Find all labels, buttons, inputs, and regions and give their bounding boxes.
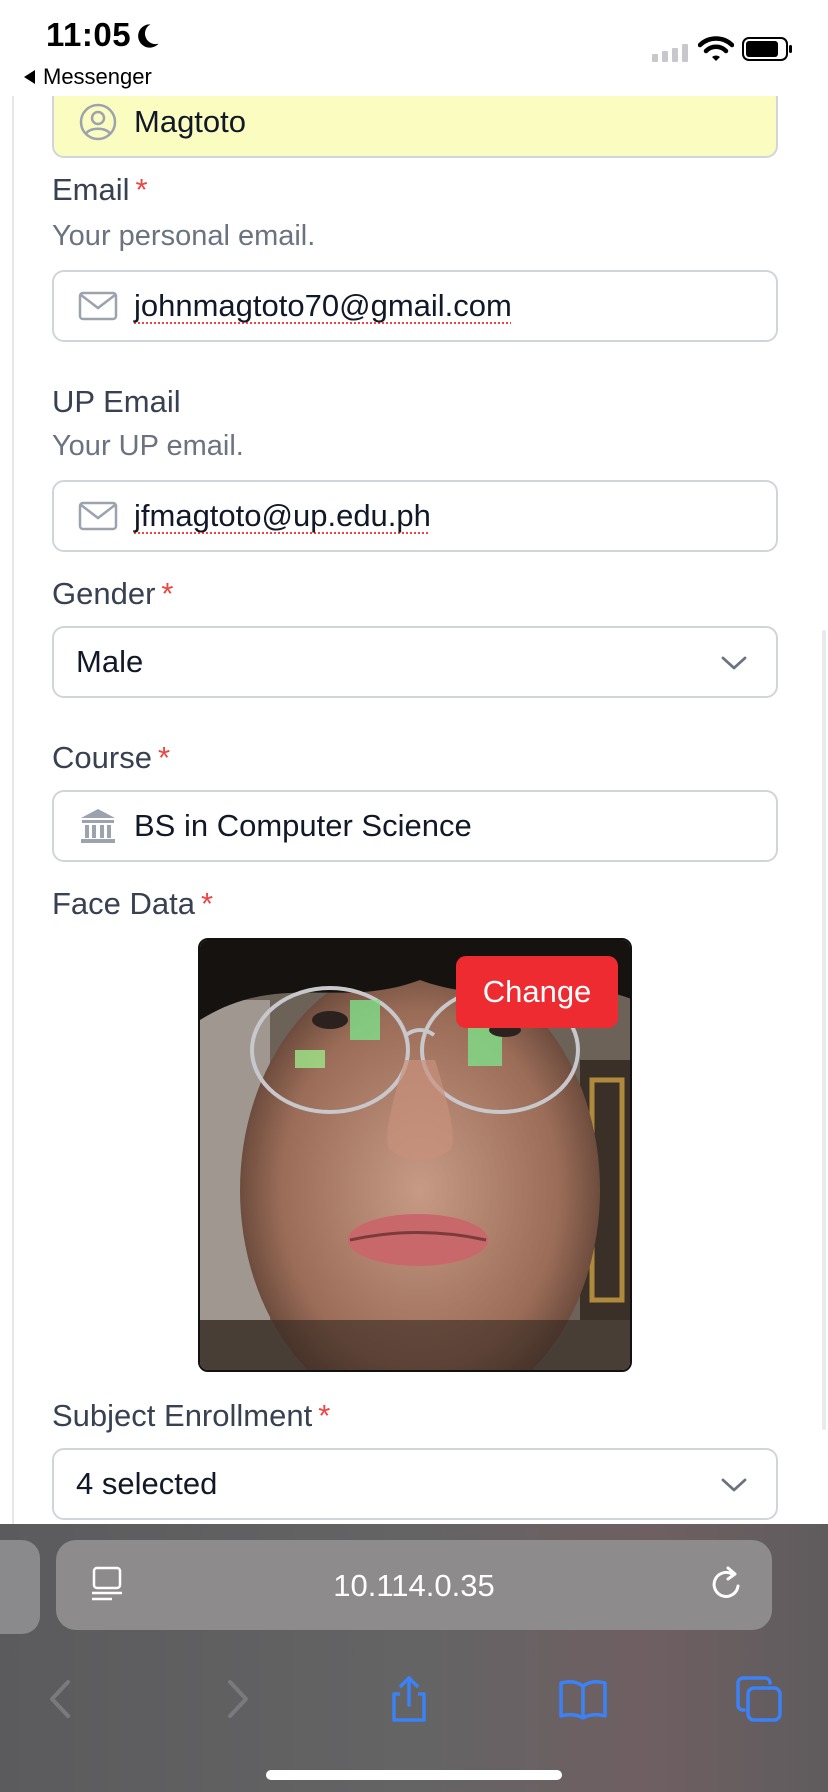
up-email-field[interactable]: jfmagtoto@up.edu.ph [52,480,778,552]
email-field[interactable]: johnmagtoto70@gmail.com [52,270,778,342]
status-time: 11:05 [46,16,132,53]
gender-label: Gender * [52,576,174,611]
last-name-field[interactable]: Magtoto [52,96,778,158]
status-bar: 11:05 Messenger [0,0,828,96]
home-indicator[interactable] [266,1770,562,1780]
signal-icon [652,44,688,62]
back-icon[interactable] [36,1674,86,1724]
mail-icon [76,494,120,538]
previous-tab-peek[interactable] [0,1540,40,1634]
email-label: Email * [52,172,148,207]
email-help: Your personal email. [52,220,316,252]
up-email-label: UP Email [52,384,181,419]
url-text: 10.114.0.35 [333,1568,495,1603]
moon-icon [138,24,159,48]
subject-enrollment-label: Subject Enrollment * [52,1398,331,1433]
last-name-value: Magtoto [134,104,247,139]
reload-icon[interactable] [708,1564,746,1604]
up-email-value: jfmagtoto@up.edu.ph [134,498,431,533]
forward-icon[interactable] [212,1674,262,1724]
address-bar[interactable]: 10.114.0.35 [56,1540,772,1630]
chevron-down-icon [721,1478,747,1492]
gender-value: Male [76,644,144,679]
email-value: johnmagtoto70@gmail.com [134,288,512,323]
subject-enrollment-value: 4 selected [76,1466,218,1501]
gender-select[interactable]: Male [52,626,778,698]
battery-icon [742,37,792,61]
change-face-button[interactable]: Change [456,956,618,1028]
subject-enrollment-select[interactable]: 4 selected [52,1448,778,1520]
course-field[interactable]: BS in Computer Science [52,790,778,862]
course-value: BS in Computer Science [134,808,472,843]
back-to-app-link[interactable]: Messenger [24,64,152,90]
mail-icon [76,284,120,328]
registration-form: Magtoto Email * Your personal email. john… [12,96,828,1526]
bookmarks-icon[interactable] [558,1674,608,1724]
chevron-down-icon [721,656,747,670]
up-email-help: Your UP email. [52,430,244,462]
browser-toolbar: 10.114.0.35 [0,1524,828,1792]
face-data-label: Face Data * [52,886,214,921]
wifi-icon [698,36,734,61]
tabs-icon[interactable] [734,1674,784,1724]
page-scrollbar[interactable] [822,630,826,1430]
bank-icon [76,804,120,848]
course-label: Course * [52,740,171,775]
share-icon[interactable] [384,1674,434,1724]
user-circle-icon [76,100,120,144]
back-app-label: Messenger [43,64,152,89]
back-triangle-icon [24,70,35,84]
